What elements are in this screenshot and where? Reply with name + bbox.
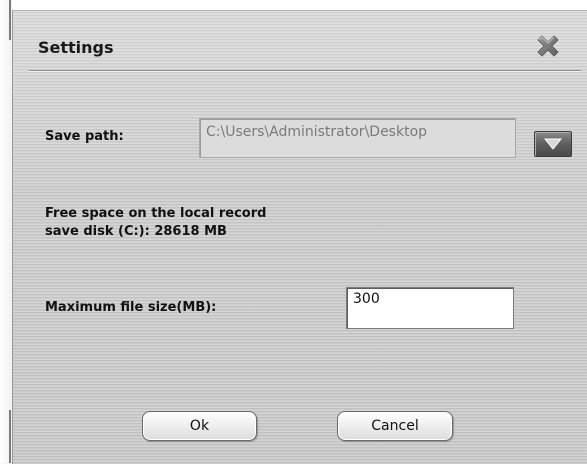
title-divider	[29, 70, 581, 72]
browse-button[interactable]	[534, 131, 572, 157]
edge-mark	[9, 0, 11, 40]
save-path-label: Save path:	[45, 129, 124, 144]
ok-button[interactable]: Ok	[142, 411, 257, 441]
max-file-size-input[interactable]: 300	[346, 287, 514, 329]
cancel-button[interactable]: Cancel	[337, 411, 453, 441]
screen: Settings Save path: C:\Users\Administrat…	[0, 0, 587, 464]
settings-dialog: Settings Save path: C:\Users\Administrat…	[12, 10, 587, 464]
chevron-down-icon	[544, 138, 562, 150]
dialog-title: Settings	[38, 38, 114, 57]
edge-mark	[9, 410, 11, 463]
free-space-line1: Free space on the local record	[45, 206, 267, 221]
free-space-line2: save disk (C:): 28618 MB	[45, 224, 227, 239]
max-file-size-label: Maximum file size(MB):	[45, 300, 217, 315]
save-path-field[interactable]: C:\Users\Administrator\Desktop	[199, 118, 516, 158]
background-strip	[0, 0, 12, 463]
close-icon[interactable]	[533, 31, 563, 61]
